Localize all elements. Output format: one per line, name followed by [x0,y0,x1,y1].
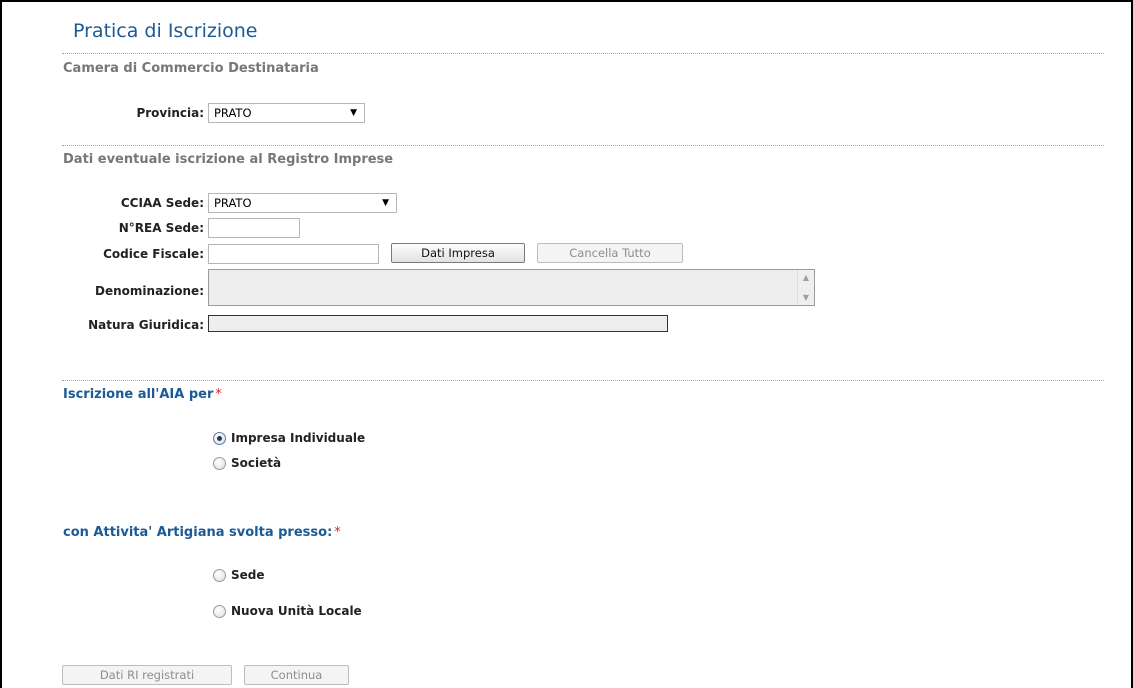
dati-ri-registrati-button[interactable]: Dati RI registrati [62,665,232,685]
radio-label: Sede [231,568,265,582]
cancella-tutto-button[interactable]: Cancella Tutto [537,243,683,263]
divider [62,53,1104,54]
required-mark: * [215,387,222,402]
scrollbar[interactable]: ▲ ▼ [797,270,814,305]
radio-societa[interactable]: Società [213,456,281,470]
radio-checked-icon[interactable] [213,431,226,445]
radio-unchecked-icon[interactable] [213,568,226,582]
codice-fiscale-label: Codice Fiscale: [103,247,204,261]
continua-button[interactable]: Continua [244,665,349,685]
scroll-down-icon: ▼ [802,293,810,302]
radio-unchecked-icon[interactable] [213,456,226,470]
chevron-down-icon: ▼ [382,198,389,208]
cciaa-sede-label: CCIAA Sede: [120,196,204,210]
denominazione-textarea[interactable]: ▲ ▼ [208,269,815,306]
iscrizione-heading-text: Iscrizione all'AIA per [63,387,214,402]
provincia-value: PRATO [214,106,252,120]
page-title: Pratica di Iscrizione [73,20,258,42]
radio-label: Società [231,456,282,470]
required-mark: * [334,525,341,540]
scroll-up-icon: ▲ [802,273,810,282]
rea-sede-label: N°REA Sede: [118,221,204,235]
cciaa-sede-value: PRATO [214,196,252,210]
codice-fiscale-input[interactable] [208,244,379,264]
section-heading-iscrizione: Iscrizione all'AIA per * [63,387,222,402]
denominazione-label: Denominazione: [95,284,204,298]
radio-sede[interactable]: Sede [213,568,265,582]
section-heading-attivita: con Attivita' Artigiana svolta presso: * [63,525,341,540]
divider [62,145,1104,146]
provincia-label: Provincia: [136,106,204,120]
section-heading-camera: Camera di Commercio Destinataria [63,61,319,76]
radio-nuova-unita-locale[interactable]: Nuova Unità Locale [213,604,362,618]
provincia-select[interactable]: PRATO ▼ [208,103,365,123]
section-heading-registro: Dati eventuale iscrizione al Registro Im… [63,152,394,167]
radio-label: Nuova Unità Locale [231,604,362,618]
chevron-down-icon: ▼ [350,108,357,118]
natura-giuridica-label: Natura Giuridica: [88,318,204,332]
natura-giuridica-field [208,315,668,332]
attivita-heading-text: con Attivita' Artigiana svolta presso: [63,525,333,540]
divider [62,380,1104,381]
rea-sede-input[interactable] [208,218,300,238]
window-frame [0,0,1133,688]
cciaa-sede-select[interactable]: PRATO ▼ [208,193,397,213]
dati-impresa-button[interactable]: Dati Impresa [391,243,525,263]
radio-label: Impresa Individuale [231,431,366,445]
radio-impresa-individuale[interactable]: Impresa Individuale [213,431,365,445]
radio-unchecked-icon[interactable] [213,604,226,618]
